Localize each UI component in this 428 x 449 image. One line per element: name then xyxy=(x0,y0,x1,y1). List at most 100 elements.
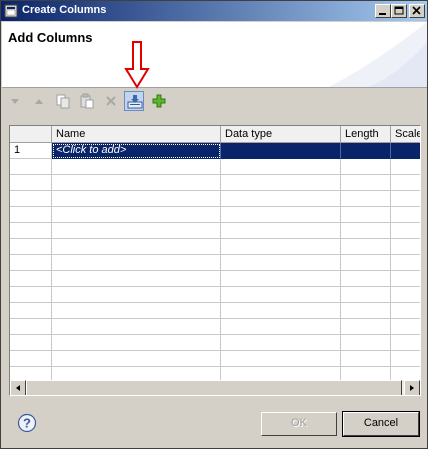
empty-cell xyxy=(221,191,341,207)
empty-row xyxy=(10,175,420,191)
empty-cell xyxy=(52,303,221,319)
empty-cell xyxy=(10,367,52,380)
empty-row xyxy=(10,191,420,207)
copy-button[interactable] xyxy=(53,91,73,111)
empty-cell xyxy=(341,175,391,191)
empty-cell xyxy=(52,367,221,380)
empty-cell xyxy=(10,319,52,335)
title-bar[interactable]: Create Columns xyxy=(1,1,427,21)
empty-cell xyxy=(341,335,391,351)
empty-row xyxy=(10,287,420,303)
copy-icon xyxy=(56,94,70,109)
empty-cell xyxy=(341,271,391,287)
move-down-button[interactable] xyxy=(5,91,25,111)
empty-cell xyxy=(221,239,341,255)
table-header: Name Data type Length Scale xyxy=(10,126,420,143)
help-icon[interactable]: ? xyxy=(17,413,37,433)
arrow-up-icon xyxy=(35,99,43,104)
create-columns-dialog: Create Columns Add Columns Name Data typ… xyxy=(0,0,428,449)
empty-cell xyxy=(10,255,52,271)
window-icon xyxy=(4,4,18,18)
empty-row xyxy=(10,303,420,319)
svg-text:?: ? xyxy=(23,416,31,431)
empty-cell xyxy=(391,335,420,351)
empty-cell xyxy=(52,255,221,271)
empty-cell xyxy=(52,159,221,175)
name-cell[interactable]: <Click to add> xyxy=(52,143,221,159)
empty-cell xyxy=(52,351,221,367)
minimize-button[interactable] xyxy=(375,4,391,18)
empty-cell xyxy=(52,335,221,351)
empty-cell xyxy=(10,223,52,239)
table-viewport: Name Data type Length Scale 1 <Click to … xyxy=(10,126,420,380)
table-row[interactable]: 1 <Click to add> xyxy=(10,143,420,159)
ok-button[interactable]: OK xyxy=(261,412,337,436)
empty-cell xyxy=(391,223,420,239)
column-header-name[interactable]: Name xyxy=(52,126,221,143)
empty-cell xyxy=(52,239,221,255)
empty-cell xyxy=(341,303,391,319)
paste-icon xyxy=(80,93,94,109)
empty-cell xyxy=(52,191,221,207)
empty-row xyxy=(10,335,420,351)
empty-cell xyxy=(10,303,52,319)
column-header-scale[interactable]: Scale xyxy=(391,126,420,143)
move-up-button[interactable] xyxy=(29,91,49,111)
columns-table: Name Data type Length Scale 1 <Click to … xyxy=(9,125,421,396)
empty-cell xyxy=(391,319,420,335)
empty-cell xyxy=(221,271,341,287)
row-number: 1 xyxy=(10,143,52,159)
cancel-button[interactable]: Cancel xyxy=(342,411,420,437)
empty-cell xyxy=(52,271,221,287)
delete-button[interactable] xyxy=(101,91,121,111)
empty-cell xyxy=(391,271,420,287)
empty-row xyxy=(10,159,420,175)
empty-cell xyxy=(10,351,52,367)
add-button[interactable] xyxy=(149,91,169,111)
scale-cell[interactable] xyxy=(391,143,420,159)
empty-cell xyxy=(391,255,420,271)
empty-row xyxy=(10,271,420,287)
scroll-right-button[interactable] xyxy=(404,380,420,395)
empty-row xyxy=(10,239,420,255)
empty-cell xyxy=(221,367,341,380)
empty-row xyxy=(10,255,420,271)
empty-cell xyxy=(391,351,420,367)
column-header-data-type[interactable]: Data type xyxy=(221,126,341,143)
window-title: Create Columns xyxy=(22,4,107,16)
page-title: Add Columns xyxy=(8,30,93,45)
length-cell[interactable] xyxy=(341,143,391,159)
empty-cell xyxy=(221,303,341,319)
empty-cell xyxy=(341,207,391,223)
empty-cell xyxy=(391,207,420,223)
empty-cell xyxy=(341,287,391,303)
scroll-thumb[interactable] xyxy=(26,380,402,395)
empty-cell xyxy=(221,335,341,351)
close-button[interactable] xyxy=(409,4,425,18)
empty-cell xyxy=(391,287,420,303)
empty-cell xyxy=(341,255,391,271)
scroll-left-button[interactable] xyxy=(10,380,26,395)
data-type-cell[interactable] xyxy=(221,143,341,159)
import-button[interactable] xyxy=(124,91,144,111)
empty-cell xyxy=(52,207,221,223)
empty-cell xyxy=(341,191,391,207)
column-header-length[interactable]: Length xyxy=(341,126,391,143)
horizontal-scrollbar[interactable] xyxy=(10,380,420,395)
dialog-header: Add Columns xyxy=(2,22,427,88)
empty-cell xyxy=(221,351,341,367)
empty-row xyxy=(10,367,420,380)
empty-cell xyxy=(341,223,391,239)
empty-cell xyxy=(52,319,221,335)
empty-cell xyxy=(391,239,420,255)
maximize-button[interactable] xyxy=(391,4,407,18)
empty-cell xyxy=(341,367,391,380)
empty-cell xyxy=(341,351,391,367)
empty-cell xyxy=(391,367,420,380)
empty-cell xyxy=(221,207,341,223)
empty-cell xyxy=(10,335,52,351)
empty-cell xyxy=(10,239,52,255)
empty-cell xyxy=(52,223,221,239)
paste-button[interactable] xyxy=(77,91,97,111)
empty-cell xyxy=(10,175,52,191)
